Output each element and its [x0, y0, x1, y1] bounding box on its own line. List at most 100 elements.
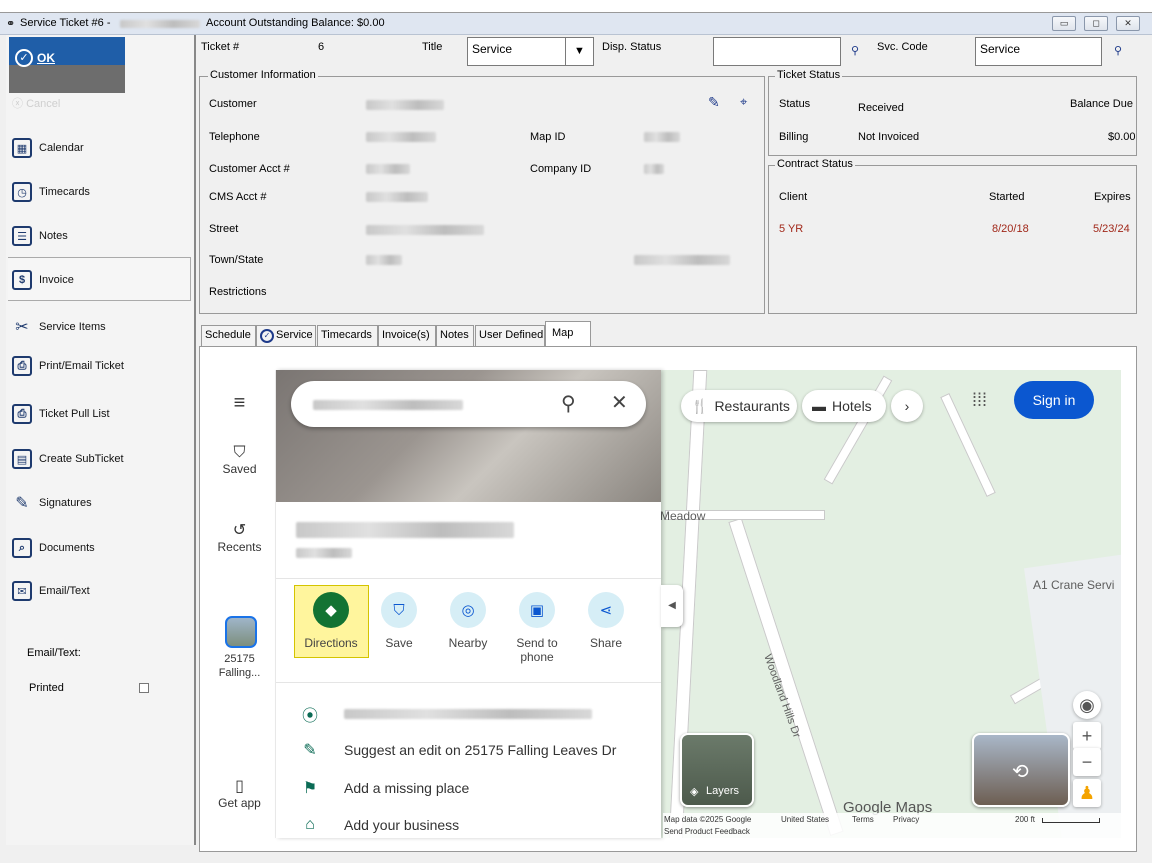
- restaurants-chip[interactable]: 🍴 Restaurants: [681, 390, 797, 422]
- calendar-icon: ▦: [10, 136, 34, 160]
- tab-invoices[interactable]: Invoice(s): [378, 325, 436, 346]
- sidebar-item-label: Service Items: [39, 321, 106, 333]
- redacted-town: [366, 255, 402, 265]
- nearby-icon: ◎: [450, 592, 486, 628]
- maximize-button[interactable]: ◻: [1084, 16, 1108, 31]
- terms-link[interactable]: Terms: [852, 815, 874, 824]
- sign-in-button[interactable]: Sign in: [1014, 381, 1094, 419]
- customer-info-caption: Customer Information: [208, 69, 318, 81]
- close-icon[interactable]: ✕: [611, 390, 628, 415]
- sidebar-item-email-text[interactable]: ✉ Email/Text: [10, 576, 190, 606]
- contract-started-value[interactable]: 8/20/18: [992, 223, 1029, 235]
- maps-search-box[interactable]: ⚲ ✕: [291, 381, 646, 427]
- send-to-phone-button[interactable]: ▣ Send to phone: [502, 592, 572, 664]
- title-label: Title: [422, 41, 443, 53]
- sidebar-item-label: Create SubTicket: [39, 453, 124, 465]
- redacted-map-id: [644, 132, 680, 142]
- share-button[interactable]: ⋖ Share: [571, 592, 641, 650]
- menu-icon[interactable]: ≡: [203, 392, 276, 415]
- more-chips-button[interactable]: ›: [891, 390, 923, 422]
- hotels-label: Hotels: [832, 398, 872, 414]
- search-icon[interactable]: ⚲: [561, 391, 576, 416]
- tab-map[interactable]: Map: [545, 321, 591, 347]
- redacted-customer-acct: [366, 164, 410, 174]
- share-icon: ⋖: [588, 592, 624, 628]
- minimize-button[interactable]: ▭: [1052, 16, 1076, 31]
- contract-started-header: Started: [989, 191, 1025, 203]
- contract-expires-value[interactable]: 5/23/24: [1093, 223, 1130, 235]
- my-location-icon[interactable]: ◉: [1073, 691, 1101, 719]
- recents-button[interactable]: ↺ Recents: [203, 520, 276, 554]
- top-strip: [0, 0, 1152, 13]
- directions-button[interactable]: ◆ Directions: [296, 592, 366, 650]
- sidebar-item-documents[interactable]: ⌕ Documents: [10, 533, 190, 563]
- sidebar-item-signatures[interactable]: ✎ Signatures: [10, 488, 190, 518]
- tab-notes[interactable]: Notes: [436, 325, 474, 346]
- street-view-preview[interactable]: ⟲: [972, 733, 1070, 807]
- nearby-button[interactable]: ◎ Nearby: [433, 592, 503, 650]
- search-icon[interactable]: ⚲: [1114, 44, 1122, 57]
- maps-left-rail: [203, 370, 276, 838]
- sidebar-item-pull-list[interactable]: ⎙ Ticket Pull List: [10, 399, 190, 429]
- add-missing-place-row[interactable]: ⚑ Add a missing place: [300, 778, 469, 798]
- map-pin-icon[interactable]: ⌖: [740, 94, 747, 110]
- phone-icon: ▯: [235, 778, 244, 795]
- dollar-icon: $: [10, 268, 34, 292]
- sidebar-item-notes[interactable]: ☰ Notes: [10, 221, 190, 251]
- hotels-chip[interactable]: ▬ Hotels: [802, 390, 886, 422]
- sidebar-item-timecards[interactable]: ◷ Timecards: [10, 177, 190, 207]
- disp-status-input[interactable]: [713, 37, 841, 66]
- title-select[interactable]: Service ▼: [467, 37, 594, 66]
- printed-checkbox[interactable]: [139, 683, 149, 693]
- tab-service[interactable]: ✓ Service: [256, 325, 316, 346]
- layers-button[interactable]: ◈ Layers: [680, 733, 754, 807]
- edit-pencil-icon[interactable]: ✎: [708, 94, 720, 111]
- contract-client-header: Client: [779, 191, 808, 203]
- saved-button[interactable]: ⛉ Saved: [203, 444, 276, 476]
- get-app-button[interactable]: ▯ Get app: [203, 776, 276, 810]
- sidebar-item-calendar[interactable]: ▦ Calendar: [10, 133, 190, 163]
- cancel-button[interactable]: ⓧ Cancel: [12, 95, 60, 111]
- close-button[interactable]: ✕: [1116, 16, 1140, 31]
- nearby-label: Nearby: [448, 636, 488, 650]
- sidebar-item-service-items[interactable]: ✂ Service Items: [10, 312, 190, 342]
- redacted-name: [120, 20, 200, 28]
- tab-timecards[interactable]: Timecards: [317, 325, 378, 346]
- tab-schedule[interactable]: Schedule: [201, 325, 256, 346]
- sidebar-item-create-subticket[interactable]: ▤ Create SubTicket: [10, 444, 190, 474]
- apps-grid-icon[interactable]: ⁞⁞⁞: [972, 390, 987, 411]
- collapse-panel-button[interactable]: ◀: [661, 585, 683, 627]
- country-link[interactable]: United States: [781, 815, 829, 824]
- sidebar-item-invoice[interactable]: $ Invoice: [10, 265, 190, 295]
- add-business-row[interactable]: ⌂ Add your business: [300, 816, 459, 834]
- redacted-cms-acct: [366, 192, 428, 202]
- tab-user-defined[interactable]: User Defined: [475, 325, 545, 346]
- recent-place-label[interactable]: 25175 Falling...: [203, 652, 276, 680]
- window-icon: ⚭: [6, 18, 16, 30]
- envelope-icon: ✉: [10, 579, 34, 603]
- redacted-telephone: [366, 132, 436, 142]
- get-app-label: Get app: [218, 796, 261, 810]
- contract-client-value[interactable]: 5 YR: [779, 223, 803, 235]
- sidebar-item-label: Signatures: [39, 497, 92, 509]
- save-button[interactable]: ⛉ Save: [364, 592, 434, 650]
- add-place-icon: ⚑: [302, 780, 318, 797]
- ok-label: OK: [37, 51, 55, 65]
- sidebar-item-print-email[interactable]: ⎙ Print/Email Ticket: [10, 351, 190, 381]
- svc-code-input[interactable]: Service: [975, 37, 1102, 66]
- ticket-status-group: Ticket Status: [768, 69, 1137, 156]
- suggest-edit-row[interactable]: ✎ Suggest an edit on 25175 Falling Leaves…: [300, 740, 616, 760]
- ok-button[interactable]: ✓ OK: [9, 37, 125, 93]
- contract-status-caption: Contract Status: [775, 158, 855, 170]
- address-row[interactable]: ⦿: [300, 702, 592, 726]
- privacy-link[interactable]: Privacy: [893, 815, 919, 824]
- balance-due-label: Balance Due: [1070, 98, 1133, 110]
- recent-place-thumbnail[interactable]: [225, 616, 257, 648]
- search-icon[interactable]: ⚲: [851, 44, 859, 57]
- suggest-edit-label: Suggest an edit on 25175 Falling Leaves …: [344, 742, 617, 758]
- zoom-out-button[interactable]: −: [1073, 748, 1101, 776]
- send-feedback-link[interactable]: Send Product Feedback: [664, 827, 750, 836]
- pegman-icon[interactable]: ♟: [1073, 779, 1101, 807]
- directions-icon: ◆: [313, 592, 349, 628]
- zoom-in-button[interactable]: +: [1073, 722, 1101, 750]
